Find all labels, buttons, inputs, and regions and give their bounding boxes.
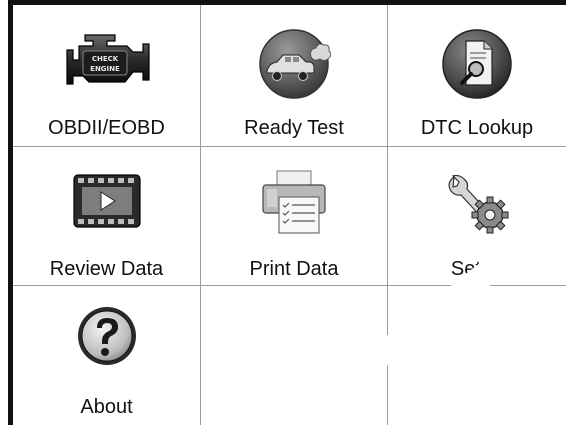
svg-text:CHECK: CHECK — [91, 55, 118, 63]
video-film-icon — [72, 174, 141, 228]
svg-text:ENGINE: ENGINE — [90, 65, 120, 73]
menu-tile-ready-test[interactable]: Ready Test — [201, 5, 387, 146]
menu-tile-review-data[interactable]: Review Data — [13, 147, 200, 285]
check-engine-icon: CHECK ENGINE — [65, 34, 150, 85]
tile-label: About — [80, 396, 133, 418]
menu-tile-obdii-eobd[interactable]: CHECK ENGINE OBDII/EOBD — [13, 5, 200, 146]
menu-tile-dtc-lookup[interactable]: DTC Lookup — [388, 5, 566, 146]
empty-cell — [388, 286, 566, 425]
question-mark-icon — [77, 307, 136, 365]
tile-label: Print Data — [249, 258, 339, 280]
menu-tile-print-data[interactable]: Print Data — [201, 147, 387, 285]
tile-label: Ready Test — [244, 117, 344, 139]
car-emission-icon — [259, 29, 331, 99]
tile-label: OBDII/EOBD — [48, 117, 165, 139]
menu-tile-about[interactable]: About — [13, 286, 200, 425]
tile-label: Review Data — [49, 258, 164, 280]
printer-icon — [262, 170, 326, 234]
tile-label: DTC Lookup — [420, 117, 534, 139]
document-search-icon — [442, 29, 512, 99]
wrench-gear-icon — [448, 174, 509, 234]
main-menu-screen: CHECK ENGINE OBDII/EOBD Ready Test DTC L… — [0, 0, 566, 425]
